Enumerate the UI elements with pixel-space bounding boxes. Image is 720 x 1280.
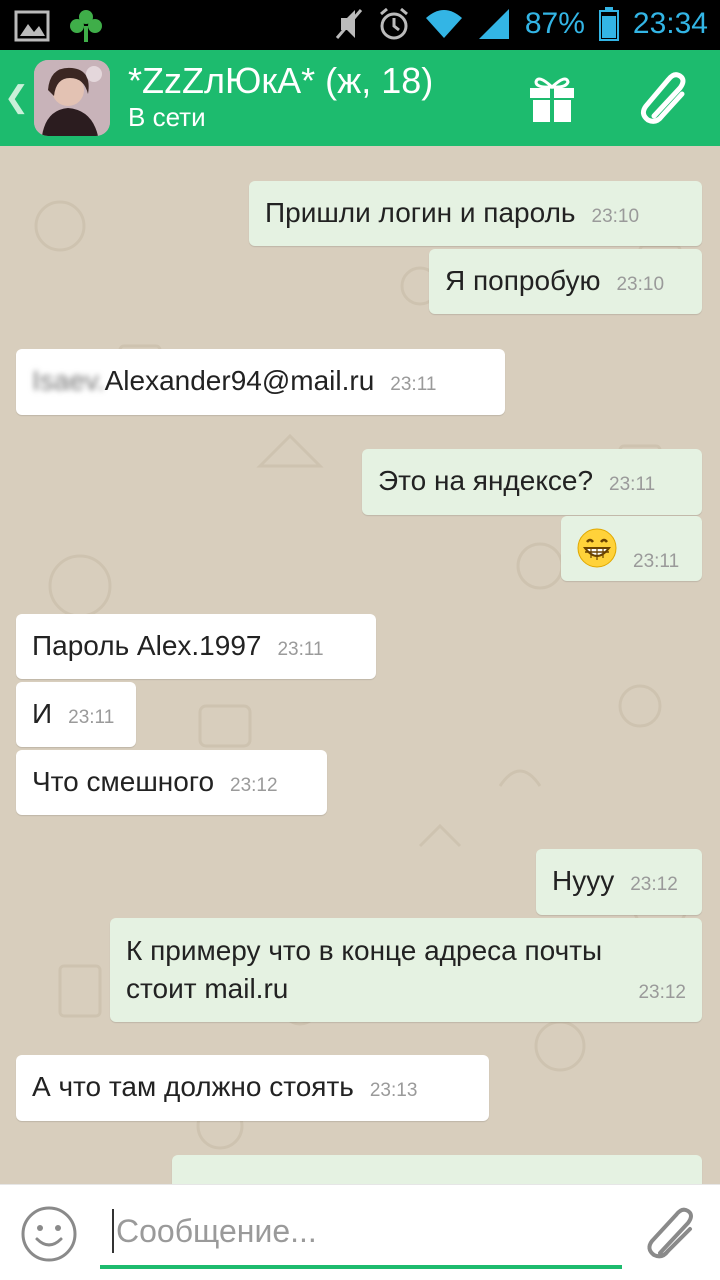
message-outgoing[interactable]: Нууу 23:12 [536, 849, 702, 915]
text-caret [112, 1209, 114, 1253]
message-text: Я попробую [445, 265, 601, 296]
message-text: Пришли логин и пароль [265, 197, 576, 228]
message-incoming[interactable]: Пароль Alex.1997 23:11 [16, 614, 376, 679]
message-outgoing[interactable]: 23:11 [561, 516, 702, 581]
alarm-icon [379, 7, 408, 40]
message-text-line: К примеру что в конце адреса почты [126, 935, 603, 966]
message-text: Что смешного [32, 766, 215, 797]
wifi-icon [425, 10, 462, 38]
message-time: 23:10 [591, 206, 640, 227]
chat-header: ❮ *ZzZлЮкА* (ж, 18) В сети [0, 50, 720, 146]
message-time: 23:12 [630, 874, 678, 895]
smiley-icon[interactable] [20, 1205, 78, 1263]
message-incoming[interactable]: Isaev.Alexander94@mail.ru 23:11 [16, 349, 505, 415]
message-list[interactable]: Пришли логин и пароль 23:10 Я попробую 23:… [0, 146, 720, 1184]
contact-status: В сети [128, 102, 206, 132]
gallery-icon [14, 10, 50, 42]
message-time: 23:13 [369, 1080, 418, 1101]
message-input[interactable]: Сообщение... [100, 1199, 622, 1269]
message-outgoing[interactable]: Пришли логин и пароль 23:10 [249, 181, 702, 246]
paperclip-icon[interactable] [636, 70, 692, 126]
message-text: И [32, 698, 53, 729]
message-text: А что там должно стоять [32, 1071, 354, 1102]
message-input-placeholder: Сообщение... [116, 1213, 317, 1249]
clover-icon [70, 10, 102, 42]
message-incoming[interactable]: Что смешного 23:12 [16, 750, 327, 815]
message-text: Это на яндексе? [378, 465, 594, 496]
signal-icon [478, 9, 509, 39]
avatar[interactable] [34, 60, 110, 136]
message-outgoing[interactable] [172, 1155, 702, 1184]
chevron-left-icon[interactable]: ❮ [4, 80, 29, 115]
battery-percent: 87% [524, 7, 585, 40]
contact-name: *ZzZлЮкА* (ж, 18) [128, 60, 434, 101]
battery-icon [598, 7, 619, 41]
message-time: 23:11 [633, 551, 680, 573]
message-text-line: стоит mail.ru [126, 973, 289, 1004]
message-time: 23:12 [638, 982, 686, 1003]
message-outgoing[interactable]: Я попробую 23:10 [429, 249, 702, 314]
gift-icon[interactable] [524, 70, 580, 126]
message-text: Пароль Alex.1997 [32, 630, 262, 661]
message-outgoing[interactable]: К примеру что в конце адреса почты стоит… [110, 918, 702, 1022]
compose-bar: Сообщение... [0, 1184, 720, 1280]
message-time: 23:10 [616, 274, 665, 295]
message-text: Isaev.Alexander94@mail.ru [32, 365, 375, 396]
status-bar: 87% 23:34 [0, 0, 720, 50]
blurred-text: Isaev. [32, 365, 105, 396]
message-outgoing[interactable]: Это на яндексе? 23:11 [362, 449, 702, 515]
message-incoming[interactable]: И 23:11 [16, 682, 136, 747]
message-time: 23:11 [390, 374, 437, 395]
clock: 23:34 [632, 7, 708, 40]
message-time: 23:11 [68, 707, 115, 728]
grinning-face-emoji [577, 528, 617, 568]
message-text: Нууу [552, 865, 615, 896]
message-time: 23:12 [230, 775, 278, 796]
message-incoming[interactable]: А что там должно стоять 23:13 [16, 1055, 489, 1121]
message-time: 23:11 [609, 474, 656, 495]
mute-icon [335, 9, 363, 39]
message-time: 23:11 [277, 639, 324, 660]
paperclip-icon[interactable] [640, 1203, 700, 1263]
